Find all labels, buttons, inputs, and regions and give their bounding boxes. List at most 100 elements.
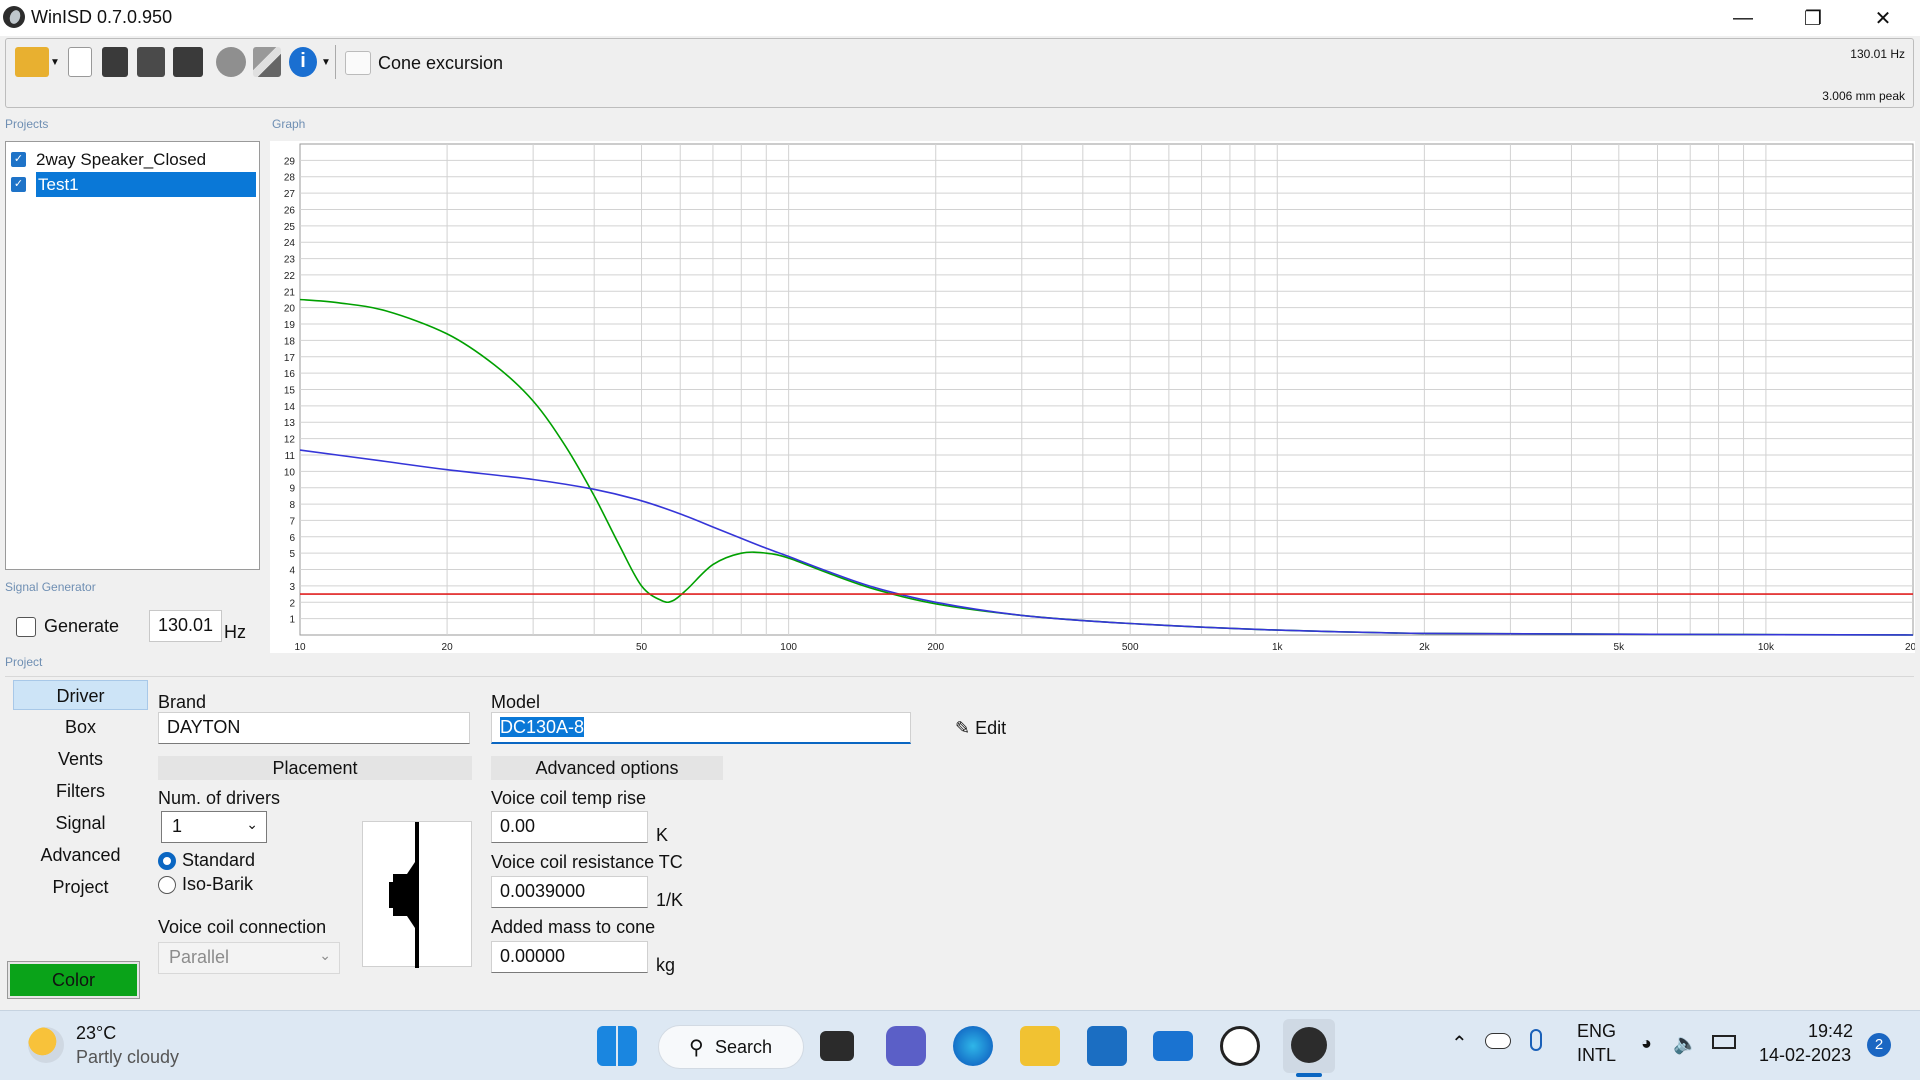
minimize-button[interactable]: — [1713,0,1773,36]
y-tick-label: 26 [284,205,296,216]
new-file-icon[interactable] [68,47,92,77]
edge-browser-icon[interactable] [953,1026,993,1066]
y-tick-label: 28 [284,173,296,184]
dell-icon[interactable] [1220,1026,1260,1066]
num-drivers-select[interactable]: 1 ⌄ [161,811,267,843]
microphone-icon[interactable] [1530,1029,1542,1051]
generate-checkbox[interactable] [16,616,36,637]
file-explorer-icon[interactable] [1020,1026,1060,1066]
y-tick-label: 20 [284,304,296,315]
x-tick-label: 2k [1419,642,1431,653]
clock-date[interactable]: 14-02-2023 [1759,1045,1851,1066]
mail-icon[interactable] [1153,1031,1193,1061]
microsoft-store-icon[interactable] [1087,1026,1127,1066]
num-drivers-label: Num. of drivers [158,788,281,808]
y-tick-label: 14 [284,402,296,413]
graph-selector[interactable]: Cone excursion [378,53,503,74]
notification-badge[interactable]: 2 [1867,1033,1891,1057]
active-indicator [1296,1073,1322,1077]
tab-signal[interactable]: Signal [13,808,148,838]
cone-excursion-chart[interactable]: 1234567891011121314151617181920212223242… [270,141,1920,653]
tab-advanced[interactable]: Advanced [13,840,148,870]
y-tick-label: 22 [284,271,296,282]
signal-frequency-unit: Hz [224,622,246,642]
driver-icon[interactable] [216,47,246,77]
chat-icon[interactable] [886,1026,926,1066]
search-label: Search [715,1036,773,1057]
x-tick-label: 50 [636,642,648,653]
save-all-icon[interactable] [173,47,203,77]
radio-isobarik[interactable]: Iso-Barik [158,874,253,895]
tab-vents[interactable]: Vents [13,744,148,774]
project-item[interactable]: ✓ 2way Speaker_Closed [11,147,256,172]
checkbox-checked-icon[interactable]: ✓ [11,177,26,192]
checkbox-checked-icon[interactable]: ✓ [11,152,26,167]
winisd-icon [1291,1027,1327,1063]
vc-connection-value: Parallel [169,947,230,967]
close-button[interactable]: ✕ [1853,0,1913,36]
y-tick-label: 25 [284,222,296,233]
x-tick-label: 10 [294,642,306,653]
weather-temp[interactable]: 23°C [76,1023,116,1044]
vc-temp-field[interactable]: 0.00 [491,811,648,843]
x-tick-label: 500 [1122,642,1139,653]
lang-line2[interactable]: INTL [1577,1045,1616,1066]
chevron-down-icon[interactable]: ▼ [50,57,60,68]
tools-icon[interactable] [253,47,281,77]
battery-icon[interactable] [1712,1035,1736,1049]
volume-icon[interactable]: 🔈 [1673,1031,1698,1056]
vc-tc-field[interactable]: 0.0039000 [491,876,648,908]
tab-filters[interactable]: Filters [13,776,148,806]
brand-field[interactable]: DAYTON [158,712,470,744]
added-mass-field[interactable]: 0.00000 [491,941,648,973]
info-icon[interactable]: i [289,47,317,77]
y-tick-label: 4 [289,566,295,577]
value-readout: 3.006 mm peak [1822,89,1905,103]
vc-connection-label: Voice coil connection [158,917,327,937]
generate-row[interactable]: Generate [16,616,119,637]
search-bar[interactable]: ⚲ Search [658,1025,804,1069]
chevron-down-icon: ⌄ [319,947,331,963]
model-label: Model [491,692,541,712]
weather-desc[interactable]: Partly cloudy [76,1047,179,1068]
lang-line1[interactable]: ENG [1577,1021,1616,1042]
radio-standard[interactable]: Standard [158,850,255,871]
vc-tc-label: Voice coil resistance TC [491,852,683,872]
open-folder-icon[interactable] [15,47,49,77]
save-as-icon[interactable] [137,47,165,77]
save-icon[interactable] [102,47,128,77]
radio-unselected-icon [158,875,176,894]
model-field[interactable]: DC130A-8 [491,712,911,744]
tab-project[interactable]: Project [13,872,148,902]
project-name: 2way Speaker_Closed [36,149,207,169]
x-tick-label: 200 [927,642,944,653]
edit-button[interactable]: ✎ Edit [955,718,1006,739]
color-button[interactable]: Color [7,961,140,999]
project-item-selected[interactable]: ✓ Test1 [11,172,256,197]
chevron-down-icon[interactable]: ▼ [321,57,331,68]
clock-time[interactable]: 19:42 [1808,1021,1853,1042]
y-tick-label: 9 [289,484,295,495]
chevron-up-icon[interactable]: ⌃ [1451,1031,1468,1056]
onedrive-icon[interactable] [1485,1033,1511,1049]
restore-button[interactable]: ❐ [1783,0,1843,36]
y-tick-label: 24 [284,238,296,249]
tab-box[interactable]: Box [13,712,148,742]
vc-tc-unit: 1/K [656,890,684,910]
num-drivers-value: 1 [172,816,183,836]
graph-panel[interactable]: 1 2 3 4 5 6 7 8 9 10 11 12 13 14 15 16 17 18 19 20 21 22 23 24 2… [270,141,1920,653]
chevron-down-icon: ⌄ [246,816,258,832]
frequency-readout: 130.01 Hz [1850,47,1905,61]
weather-icon[interactable] [28,1027,64,1063]
task-view-icon[interactable] [820,1031,854,1061]
signal-frequency-input[interactable]: 130.01 [149,610,222,642]
wifi-icon[interactable]: ◕ [1641,1033,1652,1054]
y-tick-label: 16 [284,369,296,380]
y-tick-label: 10 [284,467,296,478]
winisd-taskbar-button[interactable] [1283,1019,1335,1077]
start-icon[interactable] [597,1026,637,1066]
placement-header: Placement [158,756,472,780]
y-tick-label: 15 [284,386,296,397]
tab-driver[interactable]: Driver [13,680,148,710]
y-tick-label: 6 [289,533,295,544]
